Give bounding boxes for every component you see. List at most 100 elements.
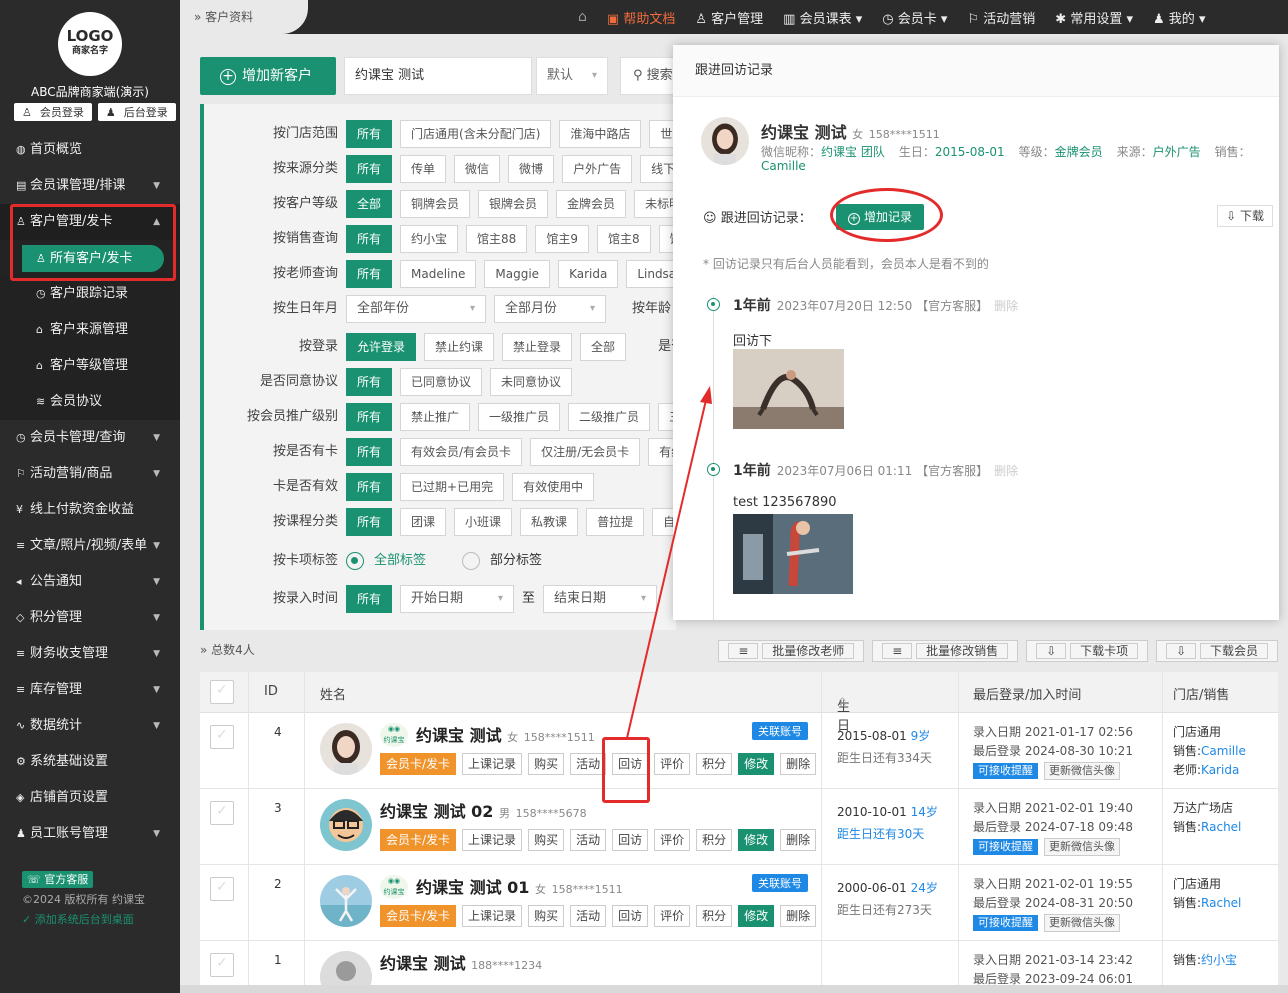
filter-option[interactable]: 有效会员/有会员卡 <box>400 438 523 466</box>
filter-option[interactable]: 馆主8 <box>596 225 651 253</box>
filter-option[interactable]: Lindsay <box>626 260 680 288</box>
filter-option[interactable]: 馆主88 <box>466 225 528 253</box>
filter-option[interactable]: 小班课 <box>454 508 513 536</box>
sidebar-item-cards[interactable]: ◷ 会员卡管理/查询 ▼ <box>0 420 180 456</box>
review-button[interactable]: 评价 <box>654 829 691 851</box>
delete-button[interactable]: 删除 <box>780 905 817 927</box>
card-button[interactable]: 会员卡/发卡 <box>380 905 457 927</box>
sidebar-item-shop-home[interactable]: ◈ 店铺首页设置 <box>0 780 180 816</box>
activity-button[interactable]: 活动 <box>570 829 607 851</box>
nav-marketing[interactable]: ⚐ 活动营销 <box>967 8 1035 27</box>
sidebar-item-points[interactable]: ◇ 积分管理 ▼ <box>0 600 180 636</box>
filter-option[interactable]: 传单 <box>400 155 447 183</box>
sidebar-item-stats[interactable]: ∿ 数据统计 ▼ <box>0 708 180 744</box>
filter-option[interactable]: 铜牌会员 <box>400 190 471 218</box>
filter-option[interactable]: 未同意协议 <box>490 368 573 396</box>
delete-button[interactable]: 删除 <box>780 829 817 851</box>
filter-option[interactable]: 所有 <box>346 225 393 253</box>
linked-account-badge[interactable]: 关联账号 <box>752 874 808 892</box>
sort-select[interactable]: 默认 <box>536 57 608 95</box>
customer-name[interactable]: 约课宝 测试 01 女 158****1511 <box>416 874 623 898</box>
review-button[interactable]: 评价 <box>654 753 691 775</box>
filter-option[interactable]: 微博 <box>508 155 555 183</box>
update-avatar-button[interactable]: 更新微信头像 <box>1044 914 1120 932</box>
radio-some-tags[interactable]: 部分标签 <box>462 547 542 575</box>
nav-help-docs[interactable]: ▣ 帮助文档 <box>607 8 675 27</box>
card-button[interactable]: 会员卡/发卡 <box>380 753 457 775</box>
bulk-edit-sales-button[interactable]: ≡ 批量修改销售 <box>872 640 1019 662</box>
filter-option[interactable]: 所有 <box>346 438 393 466</box>
class-records-button[interactable]: 上课记录 <box>462 753 523 775</box>
filter-option[interactable]: 全部 <box>346 190 393 218</box>
row-checkbox[interactable] <box>210 877 234 901</box>
filter-option[interactable]: 户外广告 <box>562 155 633 183</box>
followup-button[interactable]: 回访 <box>612 829 649 851</box>
sidebar-item-staff[interactable]: ♟ 员工账号管理 ▼ <box>0 816 180 852</box>
filter-option[interactable]: 私教课 <box>520 508 579 536</box>
sidebar-item-levels[interactable]: ⌂ 客户等级管理 <box>0 348 180 384</box>
filter-option[interactable]: 团课 <box>400 508 447 536</box>
download-cards-button[interactable]: ⇩ 下载卡项 <box>1026 640 1149 662</box>
filter-option[interactable]: 所有 <box>346 403 393 431</box>
filter-option[interactable]: 禁止约课 <box>424 333 495 361</box>
bulk-edit-teacher-button[interactable]: ≡ 批量修改老师 <box>718 640 865 662</box>
update-avatar-button[interactable]: 更新微信头像 <box>1044 838 1120 856</box>
filter-option[interactable]: 约小宝 <box>400 225 459 253</box>
edit-button[interactable]: 修改 <box>738 905 775 927</box>
delete-record-link[interactable]: 删除 <box>994 299 1018 313</box>
record-photo-gym[interactable] <box>733 514 853 594</box>
sidebar-item-finance[interactable]: ≡ 财务收支管理 ▼ <box>0 636 180 672</box>
search-button[interactable]: ⚲ 搜索 <box>620 57 680 95</box>
filter-option[interactable]: 仅注册/无会员卡 <box>530 438 641 466</box>
customer-name[interactable]: 约课宝 测试 188****1234 <box>380 950 542 974</box>
filter-option[interactable]: 所有 <box>346 155 393 183</box>
sidebar-item-tracking[interactable]: ◷ 客户跟踪记录 <box>0 276 180 312</box>
filter-option[interactable]: 门店通用(含未分配门店) <box>400 120 552 148</box>
nav-customers[interactable]: ♙ 客户管理 <box>695 8 763 27</box>
end-date-select[interactable]: 结束日期 <box>543 585 658 613</box>
row-checkbox[interactable] <box>210 725 234 749</box>
sidebar-item-dashboard[interactable]: ◍ 首页概览 <box>0 132 180 168</box>
filter-option[interactable]: 所有 <box>346 368 393 396</box>
add-customer-button[interactable]: + 增加新客户 <box>200 57 336 95</box>
filter-option[interactable]: 所有 <box>346 260 393 288</box>
select-all-checkbox[interactable] <box>210 680 234 704</box>
official-service-button[interactable]: ☏ 官方客服 <box>22 871 94 888</box>
points-button[interactable]: 积分 <box>696 905 733 927</box>
member-login-button[interactable]: ♙ 会员登录 <box>14 103 92 121</box>
nav-schedule[interactable]: ▥ 会员课表 ▾ <box>783 8 862 27</box>
row-checkbox[interactable] <box>210 801 234 825</box>
radio-all-tags[interactable]: 全部标签 <box>346 547 426 575</box>
customer-name[interactable]: 约课宝 测试 女 158****1511 <box>416 722 595 746</box>
month-select[interactable]: 全部月份 <box>494 295 606 323</box>
customer-name[interactable]: 约课宝 测试 02 男 158****5678 <box>380 798 587 822</box>
home-icon[interactable]: ⌂ <box>578 9 587 25</box>
activity-button[interactable]: 活动 <box>570 905 607 927</box>
filter-option[interactable]: 禁止推广 <box>400 403 471 431</box>
activity-button[interactable]: 活动 <box>570 753 607 775</box>
delete-record-link[interactable]: 删除 <box>994 464 1018 478</box>
filter-option[interactable]: 所有 <box>346 473 393 501</box>
sidebar-item-notices[interactable]: ◂ 公告通知 ▼ <box>0 564 180 600</box>
search-input[interactable]: 约课宝 测试 <box>344 57 532 95</box>
add-to-desktop-link[interactable]: ✓ 添加系统后台到桌面 <box>22 910 145 930</box>
followup-button[interactable]: 回访 <box>612 905 649 927</box>
row-checkbox[interactable] <box>210 953 234 977</box>
filter-option[interactable]: 二级推广员 <box>568 403 651 431</box>
sidebar-item-agreement[interactable]: ≋ 会员协议 <box>0 384 180 420</box>
sidebar-item-sources[interactable]: ⌂ 客户来源管理 <box>0 312 180 348</box>
points-button[interactable]: 积分 <box>696 753 733 775</box>
nav-settings[interactable]: ✱ 常用设置 ▾ <box>1055 8 1133 27</box>
sidebar-item-payments[interactable]: ¥ 线上付款资金收益 <box>0 492 180 528</box>
delete-button[interactable]: 删除 <box>780 753 817 775</box>
sidebar-item-marketing[interactable]: ⚐ 活动营销/商品 ▼ <box>0 456 180 492</box>
filter-option[interactable]: 有效使用中 <box>512 473 595 501</box>
filter-option[interactable]: 禁止登录 <box>502 333 573 361</box>
filter-option[interactable]: 全部 <box>580 333 627 361</box>
class-records-button[interactable]: 上课记录 <box>462 829 523 851</box>
filter-option[interactable]: 普拉提 <box>586 508 645 536</box>
horizontal-scrollbar[interactable] <box>180 985 1288 993</box>
nav-mine[interactable]: ♟ 我的 ▾ <box>1153 8 1205 27</box>
admin-login-button[interactable]: ♟ 后台登录 <box>97 103 176 121</box>
edit-button[interactable]: 修改 <box>738 753 775 775</box>
